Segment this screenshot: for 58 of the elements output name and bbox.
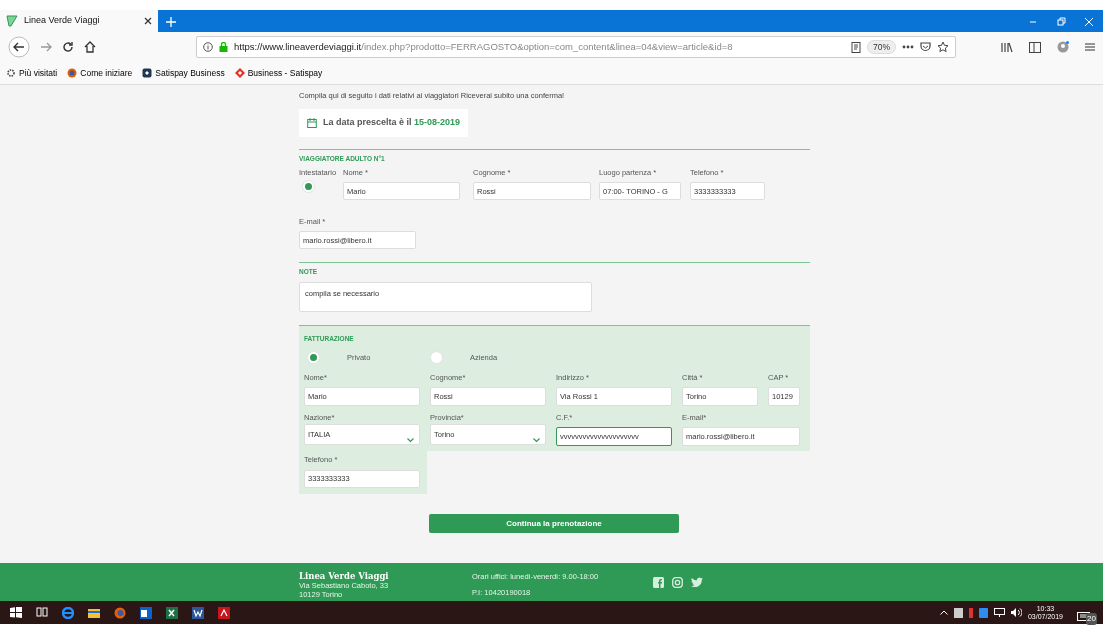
pdf-app-icon[interactable] (218, 606, 230, 619)
pocket-icon[interactable] (920, 42, 931, 52)
browser-logo-icon[interactable] (114, 606, 126, 619)
instagram-icon[interactable] (672, 577, 683, 588)
library-icon[interactable] (1001, 41, 1013, 53)
caret-up-icon[interactable] (939, 610, 948, 615)
radio-button[interactable] (303, 180, 314, 192)
plus-icon (166, 17, 176, 28)
speaker-icon[interactable] (1010, 608, 1022, 617)
task-view-icon[interactable] (36, 606, 48, 619)
radio-button[interactable] (431, 352, 442, 363)
calendar-icon (307, 118, 317, 128)
diamond-logo-icon (234, 68, 245, 78)
mail-app-icon[interactable] (140, 606, 152, 619)
facebook-icon[interactable] (653, 577, 664, 588)
info-icon (203, 42, 213, 52)
bookmark-link[interactable]: Business - Satispay (234, 66, 323, 80)
reload-icon[interactable] (62, 41, 74, 53)
notification-count: 20 (1086, 612, 1097, 625)
tray-app-icon[interactable] (978, 607, 988, 618)
restore-icon[interactable] (1056, 16, 1066, 27)
spreadsheet-app-icon[interactable] (166, 606, 178, 619)
browser-logo-icon (67, 68, 78, 78)
browser-logo-icon[interactable] (62, 606, 74, 619)
bookmark-link[interactable]: Satispay Business (142, 66, 225, 80)
menu-icon[interactable] (1085, 42, 1095, 52)
reader-view-icon[interactable] (851, 41, 861, 53)
date-text: La data prescelta è il 15-08-2019 (323, 116, 461, 130)
radio-button[interactable] (308, 352, 319, 363)
home-icon[interactable] (84, 41, 96, 53)
browser-tab[interactable]: Linea Verde Viaggi (0, 10, 158, 32)
bookmark-link[interactable]: Più visitati (6, 66, 58, 80)
chevron-icon (533, 438, 540, 443)
close-icon[interactable] (144, 17, 152, 25)
tray-app-icon[interactable] (953, 607, 963, 618)
sidebar-icon[interactable] (1029, 41, 1041, 53)
continue-button[interactable]: Continua la prenotazione (429, 514, 679, 533)
folder-icon[interactable] (88, 606, 100, 619)
address-bar[interactable]: https://www.lineaverdeviaggi.it/index.php?prodotto=FERRAGOSTO&option=com_content&linea=04&view=article&id=8 70% (196, 36, 956, 58)
url-text: https://www.lineaverdeviaggi.it/index.php?prodotto=FERRAGOSTO&option=com_content&linea=04&view=article&id=8 (234, 39, 734, 54)
more-icon[interactable] (902, 45, 914, 49)
bird-icon[interactable] (691, 577, 703, 587)
back-icon[interactable] (8, 36, 30, 58)
zoom-level[interactable]: 70% (867, 39, 896, 55)
forward-icon[interactable] (40, 41, 52, 53)
chevron-icon (407, 438, 414, 443)
square-logo-icon (142, 68, 153, 78)
windows-logo-icon[interactable] (10, 606, 22, 619)
leaf-logo-icon (6, 15, 18, 27)
network-icon[interactable] (993, 608, 1005, 617)
bookmark-link[interactable]: Come iniziare (67, 66, 133, 80)
star-icon[interactable] (937, 41, 949, 53)
document-app-icon[interactable] (192, 606, 204, 619)
lock-icon (219, 42, 228, 52)
footer-brand: Linea Verde Viaggi (299, 570, 389, 583)
tab-title: Linea Verde Viaggi (24, 14, 101, 28)
account-icon[interactable] (1057, 41, 1069, 53)
gear-icon (6, 68, 16, 78)
